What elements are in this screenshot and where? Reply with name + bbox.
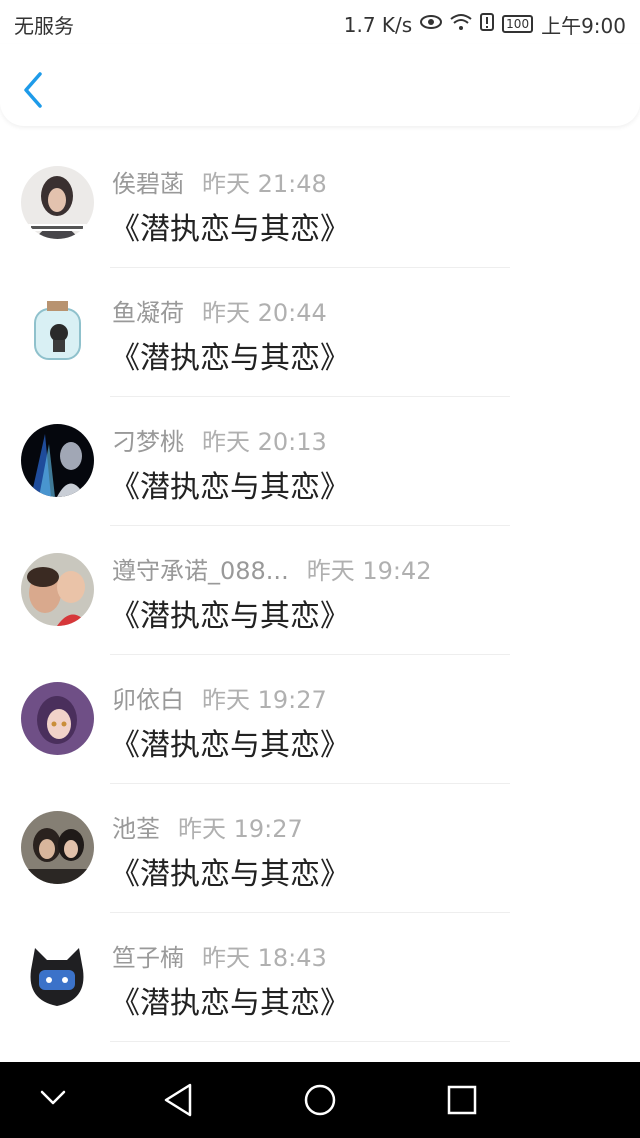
battery-icon: 100 <box>502 14 534 33</box>
message-text: 《潜执恋与其恋》 <box>110 986 350 1021</box>
timestamp: 昨天 20:44 <box>202 299 327 327</box>
chevron-down-icon <box>38 1090 68 1112</box>
nav-back-button[interactable] <box>162 1082 194 1122</box>
message-text: 《潜执恋与其恋》 <box>110 728 350 763</box>
square-recents-icon <box>446 1085 478 1120</box>
timestamp: 昨天 19:27 <box>178 815 303 843</box>
header <box>0 44 640 126</box>
clock: 上午9:00 <box>541 14 626 38</box>
message-text: 《潜执恋与其恋》 <box>110 857 350 892</box>
sender-line: 池荃 昨天 19:27 <box>112 809 303 844</box>
sender-name: 笪子楠 <box>112 944 184 972</box>
avatar[interactable] <box>21 811 94 884</box>
divider <box>110 1041 510 1042</box>
sender-name: 卯依白 <box>112 686 184 714</box>
eye-icon <box>420 14 443 35</box>
message-text: 《潜执恋与其恋》 <box>110 599 350 634</box>
divider <box>110 783 510 784</box>
sender-line: 俟碧菡 昨天 21:48 <box>112 164 327 199</box>
avatar[interactable] <box>21 166 94 239</box>
sender-name: 鱼凝荷 <box>112 299 184 327</box>
message-text: 《潜执恋与其恋》 <box>110 212 350 247</box>
sender-line: 遵守承诺_088... 昨天 19:42 <box>112 551 432 586</box>
avatar[interactable] <box>21 682 94 755</box>
carrier-text: 无服务 <box>14 14 74 38</box>
sender-name: 俟碧菡 <box>112 170 184 198</box>
sim-alert-icon <box>480 13 495 36</box>
timestamp: 昨天 20:13 <box>202 428 327 456</box>
avatar[interactable] <box>21 553 94 626</box>
divider <box>110 654 510 655</box>
sender-line: 鱼凝荷 昨天 20:44 <box>112 293 327 328</box>
divider <box>110 912 510 913</box>
divider <box>110 525 510 526</box>
timestamp: 昨天 19:42 <box>306 557 432 585</box>
chevron-left-icon <box>18 72 52 114</box>
message-text: 《潜执恋与其恋》 <box>110 341 350 376</box>
network-speed: 1.7 K/s <box>343 12 413 37</box>
circle-home-icon <box>303 1084 337 1121</box>
avatar[interactable] <box>21 424 94 497</box>
triangle-back-icon <box>162 1083 194 1122</box>
list-item[interactable]: 卯依白 昨天 19:27 《潜执恋与其恋》 <box>0 656 640 785</box>
navigation-bar <box>0 1062 640 1138</box>
avatar[interactable] <box>21 940 94 1013</box>
avatar[interactable] <box>21 295 94 368</box>
list-item[interactable]: 俟碧菡 昨天 21:48 《潜执恋与其恋》 <box>0 140 640 269</box>
timestamp: 昨天 19:27 <box>202 686 327 714</box>
sender-line: 刁梦桃 昨天 20:13 <box>112 422 327 457</box>
timestamp: 昨天 21:48 <box>202 170 327 198</box>
hide-nav-button[interactable] <box>38 1088 68 1112</box>
divider <box>110 396 510 397</box>
sender-line: 卯依白 昨天 19:27 <box>112 680 327 715</box>
sender-name: 遵守承诺_088... <box>112 557 289 585</box>
message-list: 俟碧菡 昨天 21:48 《潜执恋与其恋》 鱼凝荷 昨天 20:44 《潜执恋与其恋… <box>0 140 640 1043</box>
list-item[interactable]: 鱼凝荷 昨天 20:44 《潜执恋与其恋》 <box>0 269 640 398</box>
divider <box>110 267 510 268</box>
wifi-icon <box>450 13 472 36</box>
back-button[interactable] <box>18 70 52 110</box>
message-text: 《潜执恋与其恋》 <box>110 470 350 505</box>
sender-name: 池荃 <box>112 815 160 843</box>
status-bar: 无服务 1.7 K/s 100 上午9:00 <box>0 0 640 44</box>
sender-name: 刁梦桃 <box>112 428 184 456</box>
status-indicators: 1.7 K/s 100 上午9:00 <box>344 10 626 39</box>
nav-home-button[interactable] <box>303 1083 337 1121</box>
nav-recents-button[interactable] <box>446 1084 478 1120</box>
list-item[interactable]: 刁梦桃 昨天 20:13 《潜执恋与其恋》 <box>0 398 640 527</box>
list-item[interactable]: 遵守承诺_088... 昨天 19:42 《潜执恋与其恋》 <box>0 527 640 656</box>
sender-line: 笪子楠 昨天 18:43 <box>112 938 327 973</box>
timestamp: 昨天 18:43 <box>202 944 327 972</box>
list-item[interactable]: 池荃 昨天 19:27 《潜执恋与其恋》 <box>0 785 640 914</box>
list-item[interactable]: 笪子楠 昨天 18:43 《潜执恋与其恋》 <box>0 914 640 1043</box>
